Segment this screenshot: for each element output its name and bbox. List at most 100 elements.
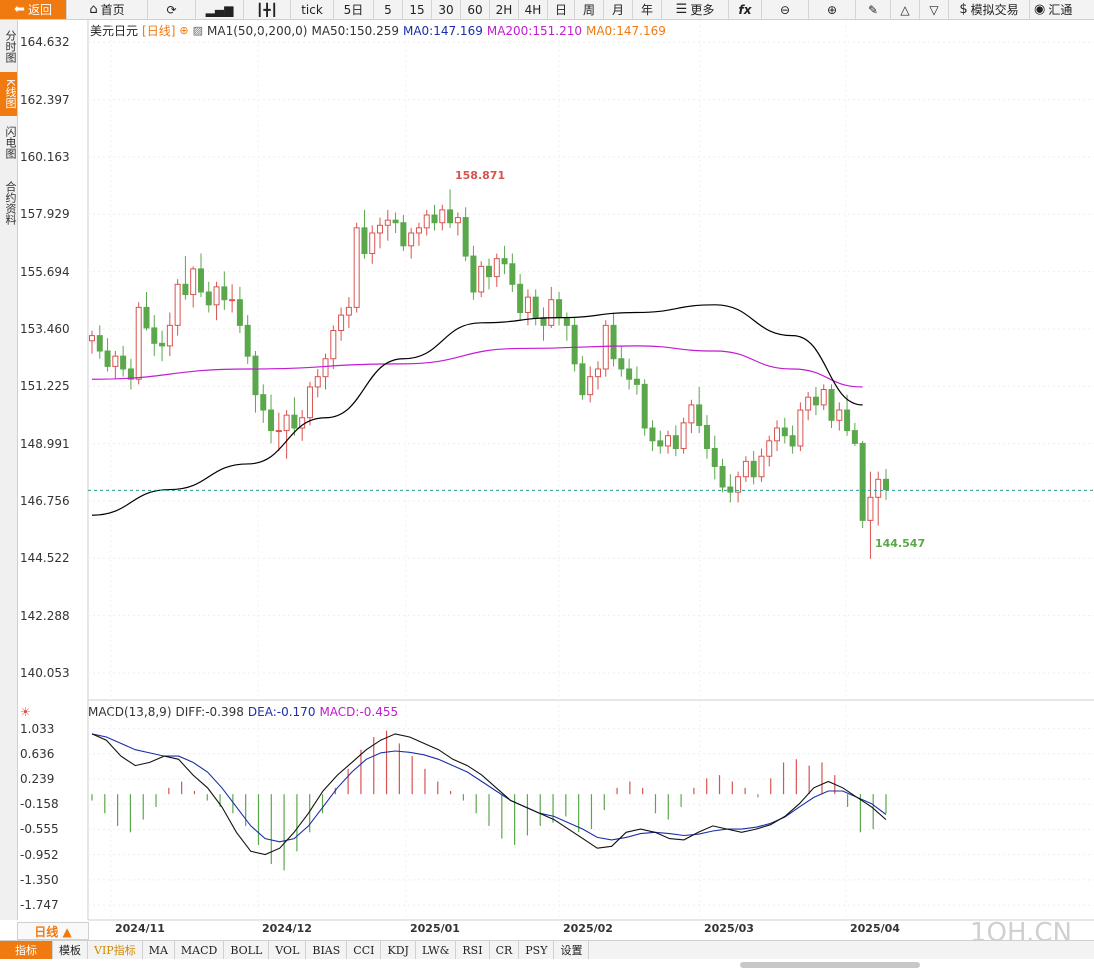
period-30[interactable]: 30 (432, 0, 461, 19)
side-tabs: 分时图 K线图 闪电图 合约资料 (0, 20, 18, 920)
period-badge[interactable]: [日线] (142, 22, 175, 39)
candles-button[interactable]: ┃╋┃ (244, 0, 291, 19)
period-day[interactable]: 日 (548, 0, 575, 19)
ma200-line (91, 345, 863, 388)
demo-trade-button[interactable]: $ 模拟交易 (949, 0, 1030, 19)
back-label: 返回 (27, 3, 52, 17)
tab-ma[interactable]: MA (143, 941, 175, 959)
period-60[interactable]: 60 (461, 0, 490, 19)
candle-body (820, 389, 827, 406)
tab-indicator[interactable]: 指标 (0, 941, 53, 959)
candle-body (447, 209, 454, 224)
arrow-up-button[interactable]: △ (891, 0, 920, 19)
tab-macd[interactable]: MACD (175, 941, 225, 959)
candle-body (268, 409, 275, 432)
pencil-icon: ✎ (867, 2, 879, 17)
period-5day[interactable]: 5日 (334, 0, 374, 19)
arrow-down-button[interactable]: ▽ (920, 0, 949, 19)
tab-rsi[interactable]: RSI (456, 941, 490, 959)
macd-diff: DIFF:-0.398 (175, 705, 244, 719)
candle-body (509, 263, 516, 285)
candle-body (665, 435, 672, 447)
candle-body (758, 455, 765, 478)
ma1-label: MA1(50,0,200,0) (207, 23, 308, 38)
tab-kdj[interactable]: KDJ (381, 941, 416, 959)
period-15[interactable]: 15 (403, 0, 432, 19)
candle-body (96, 335, 103, 352)
period-selector[interactable]: 日线 ▲ (17, 922, 89, 940)
date-tick-label: 2025/01 (410, 922, 460, 935)
period-year[interactable]: 年 (633, 0, 662, 19)
period-4h-label: 4H (524, 2, 542, 17)
tab-boll[interactable]: BOLL (224, 941, 270, 959)
tab-contract-info[interactable]: 合约资料 (0, 174, 17, 232)
home-button[interactable]: ⌂ 首页 (67, 0, 148, 19)
period-year-label: 年 (640, 3, 653, 17)
tab-template[interactable]: 模板 (53, 941, 88, 959)
price-tick-label: 155.694 (20, 264, 70, 279)
candle-body (306, 386, 313, 419)
macd-settings-icon[interactable]: ☀ (20, 705, 86, 719)
diff-line (91, 733, 887, 856)
candle-body (703, 424, 710, 450)
more-label: 更多 (690, 3, 715, 17)
candle-body (260, 394, 267, 411)
tab-lw[interactable]: LW& (416, 941, 457, 959)
candle-body (766, 440, 773, 457)
candle-body (742, 460, 749, 478)
tab-cr[interactable]: CR (490, 941, 520, 959)
tab-flash[interactable]: 闪电图 (0, 120, 17, 164)
tab-settings[interactable]: 设置 (554, 941, 590, 959)
tab-bias[interactable]: BIAS (306, 941, 348, 959)
date-tick-label: 2024/12 (262, 922, 312, 935)
zoom-out-button[interactable]: ⊖ (762, 0, 809, 19)
indicator-icon[interactable]: ▨ (193, 24, 203, 37)
tab-kline[interactable]: K线图 (0, 72, 17, 116)
tab-cci[interactable]: CCI (347, 941, 382, 959)
candle-body (641, 383, 648, 429)
tab-timeshare[interactable]: 分时图 (0, 24, 17, 68)
period-month[interactable]: 月 (604, 0, 633, 19)
candle-body (236, 299, 243, 326)
tick-button[interactable]: tick (291, 0, 334, 19)
period-5-label: 5 (384, 2, 392, 17)
refresh-button[interactable]: ⟳ (148, 0, 196, 19)
chart-type-button[interactable]: ▂▄▆ (196, 0, 244, 19)
price-tick-label: 157.929 (20, 207, 70, 222)
date-tick-label: 2025/04 (850, 922, 900, 935)
candle-body (719, 465, 726, 488)
candle-body (361, 227, 368, 255)
tab-vol[interactable]: VOL (269, 941, 307, 959)
bar-chart-icon: ▂▄▆ (205, 2, 234, 17)
ma50-label: MA50:150.259 (311, 23, 399, 38)
horizontal-scrollbar[interactable] (740, 962, 920, 968)
zoom-in-button[interactable]: ⊕ (809, 0, 856, 19)
settings-icon[interactable]: ⊕ (179, 24, 188, 37)
candle-body (190, 268, 197, 296)
more-button[interactable]: ☰ 更多 (662, 0, 729, 19)
period-week[interactable]: 周 (575, 0, 604, 19)
price-tick-label: 160.163 (20, 149, 70, 164)
draw-button[interactable]: ✎ (856, 0, 891, 19)
exchange-button[interactable]: ◉ 汇通 (1030, 0, 1074, 19)
exchange-label: 汇通 (1048, 3, 1073, 17)
candle-body (213, 286, 220, 306)
candle-body (524, 296, 531, 314)
period-4h[interactable]: 4H (519, 0, 548, 19)
candle-body (174, 283, 181, 326)
tab-vip-indicator[interactable]: VIP指标 (88, 941, 143, 959)
candle-body (478, 265, 485, 293)
period-2h[interactable]: 2H (490, 0, 519, 19)
fx-label: fx (738, 2, 752, 17)
candle-body (626, 368, 633, 380)
tab-psy[interactable]: PSY (519, 941, 555, 959)
candle-body (89, 335, 95, 342)
formula-button[interactable]: fx (729, 0, 762, 19)
candle-body (633, 378, 640, 385)
period-5[interactable]: 5 (374, 0, 403, 19)
candle-body (314, 376, 321, 388)
high-price-mark: 158.871 (455, 169, 506, 182)
candle-body (875, 478, 882, 498)
macd-tick-label: 1.033 (20, 721, 55, 736)
back-button[interactable]: ⬅ 返回 (0, 0, 67, 19)
